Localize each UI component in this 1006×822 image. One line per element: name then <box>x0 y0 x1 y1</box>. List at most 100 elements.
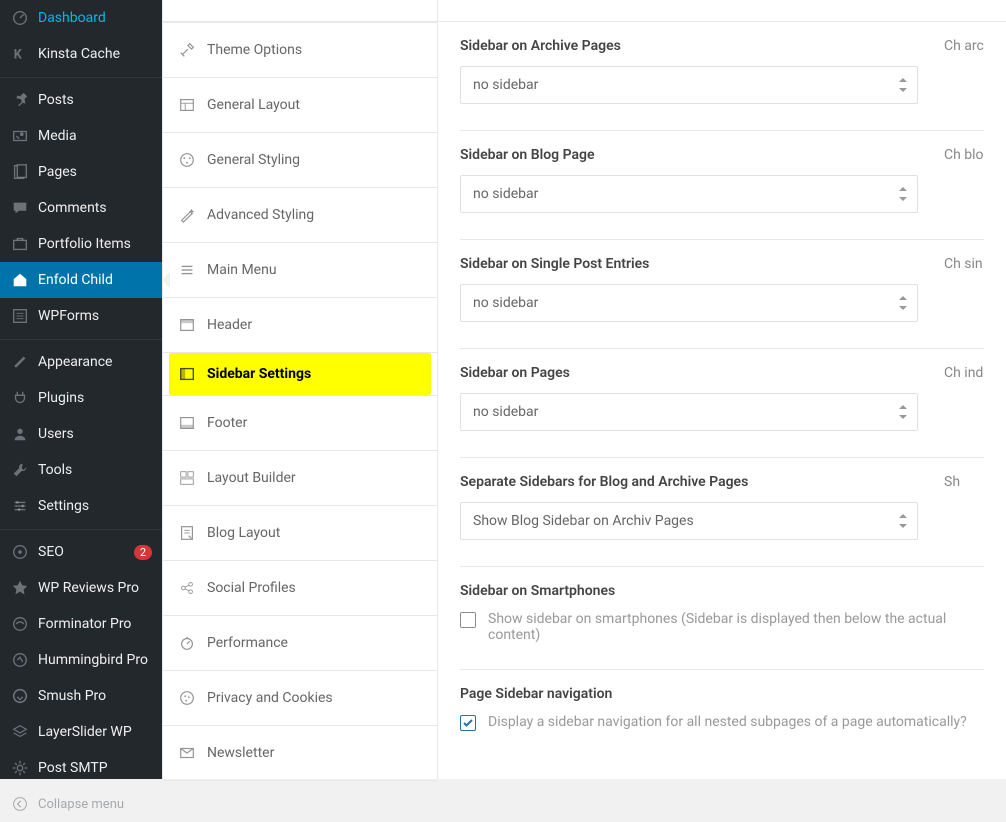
option-sidebar-smartphones: Sidebar on Smartphones Show sidebar on s… <box>460 567 984 670</box>
kinsta-icon: K <box>10 44 30 64</box>
wp-menu-smush-pro[interactable]: Smush Pro <box>0 678 162 714</box>
wp-menu-enfold-child[interactable]: Enfold Child <box>0 262 162 298</box>
theme-nav-main-menu[interactable]: Main Menu <box>163 243 437 298</box>
option-label: Sidebar on Single Post Entries <box>460 256 918 272</box>
theme-nav-newsletter[interactable]: Newsletter <box>163 726 437 781</box>
option-hint: Ch sin <box>944 256 984 272</box>
menu-label: WPForms <box>38 308 152 324</box>
menu-label: Tools <box>38 462 152 478</box>
wp-menu-hummingbird-pro[interactable]: Hummingbird Pro <box>0 642 162 678</box>
wp-menu-pages[interactable]: Pages <box>0 154 162 190</box>
theme-nav-social-profiles[interactable]: Social Profiles <box>163 561 437 616</box>
social-icon <box>177 578 197 598</box>
styling-icon <box>177 150 197 170</box>
pages-icon <box>10 162 30 182</box>
user-icon <box>10 424 30 444</box>
option-sidebar-pages: Sidebar on Pages no sidebar Ch ind <box>460 349 984 458</box>
builder-icon <box>177 468 197 488</box>
theme-nav-advanced-styling[interactable]: Advanced Styling <box>163 188 437 243</box>
media-icon <box>10 126 30 146</box>
option-page-sidebar-nav: Page Sidebar navigation Display a sideba… <box>460 670 984 757</box>
theme-nav-header[interactable]: Header <box>163 298 437 353</box>
nav-label: Advanced Styling <box>207 207 314 223</box>
nav-label: Layout Builder <box>207 470 296 486</box>
nav-label: General Layout <box>207 97 300 113</box>
wp-menu-post-smtp[interactable]: Post SMTP <box>0 750 162 786</box>
hummingbird-icon <box>10 650 30 670</box>
wp-menu-layerslider-wp[interactable]: LayerSlider WP <box>0 714 162 750</box>
svg-text:K: K <box>14 48 23 63</box>
separate-sidebars-select[interactable]: Show Blog Sidebar on Archiv Pages <box>460 502 918 540</box>
option-separate-sidebars: Separate Sidebars for Blog and Archive P… <box>460 458 984 567</box>
nav-label: Privacy and Cookies <box>207 690 333 706</box>
seo-icon <box>10 542 30 562</box>
wp-menu-users[interactable]: Users <box>0 416 162 452</box>
menu-label: WP Reviews Pro <box>38 580 152 596</box>
theme-nav-footer[interactable]: Footer <box>163 395 437 451</box>
news-icon <box>177 743 197 763</box>
menu-label: Posts <box>38 92 152 108</box>
menu-icon <box>177 260 197 280</box>
wp-menu-kinsta-cache[interactable]: K Kinsta Cache <box>0 36 162 72</box>
theme-nav-blog-layout[interactable]: Blog Layout <box>163 506 437 561</box>
pages-sidebar-select[interactable]: no sidebar <box>460 393 918 431</box>
blog-icon <box>177 523 197 543</box>
nav-label: Sidebar Settings <box>207 366 311 382</box>
wp-menu-forminator-pro[interactable]: Forminator Pro <box>0 606 162 642</box>
menu-label: Portfolio Items <box>38 236 152 252</box>
menu-label: Dashboard <box>38 10 152 26</box>
nav-label: Performance <box>207 635 288 651</box>
theme-nav-theme-options[interactable]: Theme Options <box>163 23 437 78</box>
tools-icon <box>177 40 197 60</box>
wp-menu-seo[interactable]: SEO2 <box>0 534 162 570</box>
theme-nav-privacy-and-cookies[interactable]: Privacy and Cookies <box>163 671 437 726</box>
brush-icon <box>10 352 30 372</box>
wp-menu-wp-reviews-pro[interactable]: WP Reviews Pro <box>0 570 162 606</box>
forminator-icon <box>10 614 30 634</box>
pagenav-checkbox[interactable] <box>460 715 476 731</box>
option-label: Sidebar on Blog Page <box>460 147 918 163</box>
wp-menu-wpforms[interactable]: WPForms <box>0 298 162 334</box>
single-sidebar-select[interactable]: no sidebar <box>460 284 918 322</box>
wp-menu-media[interactable]: Media <box>0 118 162 154</box>
nav-label: Social Profiles <box>207 580 296 596</box>
wpforms-icon <box>10 306 30 326</box>
nav-label: Newsletter <box>207 745 274 761</box>
collapse-label: Collapse menu <box>38 797 124 812</box>
wp-menu-settings[interactable]: Settings <box>0 488 162 524</box>
wp-menu-tools[interactable]: Tools <box>0 452 162 488</box>
menu-label: Settings <box>38 498 152 514</box>
wp-menu-comments[interactable]: Comments <box>0 190 162 226</box>
nav-label: Theme Options <box>207 42 302 58</box>
wp-menu-dashboard[interactable]: Dashboard <box>0 0 162 36</box>
smartphones-checkbox[interactable] <box>460 612 476 628</box>
theme-nav-general-styling[interactable]: General Styling <box>163 133 437 188</box>
blog-sidebar-select[interactable]: no sidebar <box>460 175 918 213</box>
option-hint: Ch arc <box>944 38 984 54</box>
theme-nav-sidebar-settings[interactable]: Sidebar Settings <box>169 353 431 395</box>
home-icon <box>10 270 30 290</box>
star-icon <box>10 578 30 598</box>
menu-label: Kinsta Cache <box>38 46 152 62</box>
wp-menu-plugins[interactable]: Plugins <box>0 380 162 416</box>
theme-nav-general-layout[interactable]: General Layout <box>163 78 437 133</box>
option-label: Sidebar on Pages <box>460 365 918 381</box>
archive-sidebar-select[interactable]: no sidebar <box>460 66 918 104</box>
menu-label: Users <box>38 426 152 442</box>
theme-nav-layout-builder[interactable]: Layout Builder <box>163 451 437 506</box>
option-label: Separate Sidebars for Blog and Archive P… <box>460 474 918 490</box>
settings-panel: Sidebar on Archive Pages no sidebar Ch a… <box>438 0 1006 779</box>
collapse-menu[interactable]: Collapse menu <box>0 786 162 822</box>
wp-menu-portfolio-items[interactable]: Portfolio Items <box>0 226 162 262</box>
nav-label: Blog Layout <box>207 525 280 541</box>
menu-label: Appearance <box>38 354 152 370</box>
menu-label: Comments <box>38 200 152 216</box>
wp-menu-posts[interactable]: Posts <box>0 82 162 118</box>
option-sidebar-archive: Sidebar on Archive Pages no sidebar Ch a… <box>460 22 984 131</box>
theme-nav-performance[interactable]: Performance <box>163 616 437 671</box>
perf-icon <box>177 633 197 653</box>
nav-label: Main Menu <box>207 262 277 278</box>
comments-icon <box>10 198 30 218</box>
option-hint: Ch ind <box>944 365 984 381</box>
wp-menu-appearance[interactable]: Appearance <box>0 344 162 380</box>
